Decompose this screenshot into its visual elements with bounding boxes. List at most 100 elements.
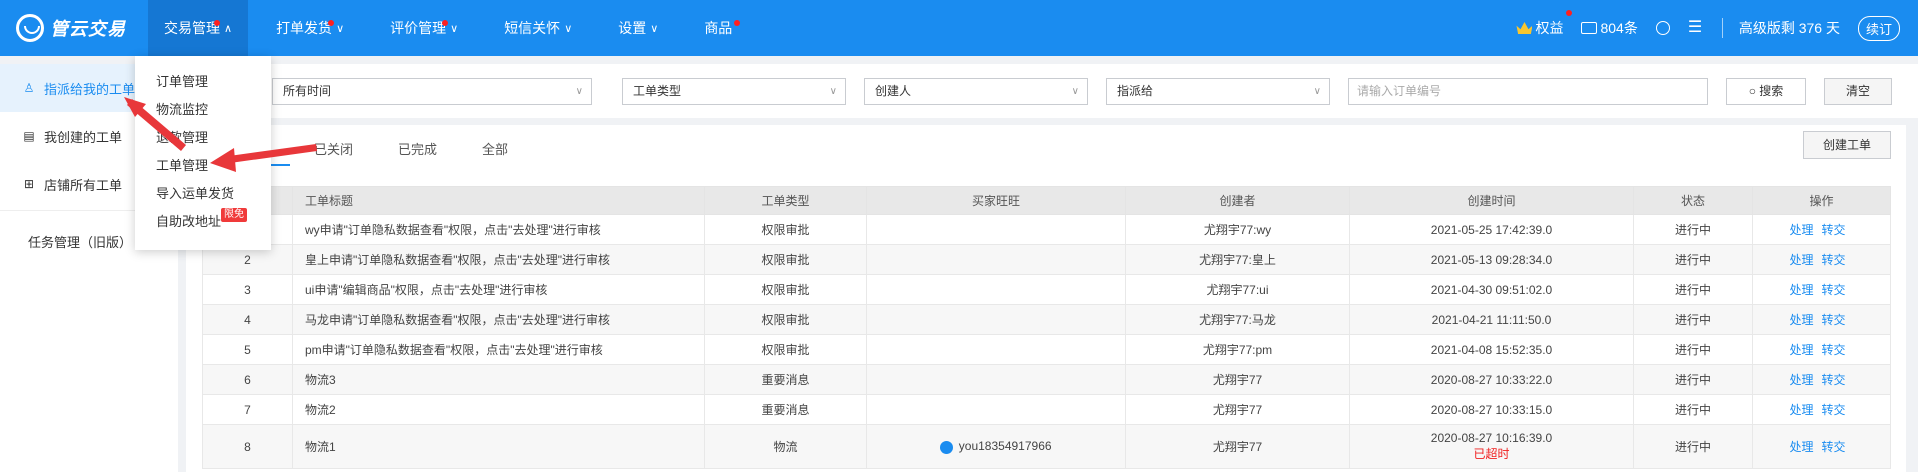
ticket-creator: 尤翔宇77 [1125,364,1350,395]
ticket-type: 权限审批 [704,244,867,275]
ticket-title: 马龙申请"订单隐私数据查看"权限，点击"去处理"进行审核 [292,304,705,335]
chevron-down-icon: ∨ [450,22,459,35]
ticket-status: 进行中 [1633,424,1753,469]
column-header: 创建时间 [1349,186,1634,215]
creator-value: 创建人 [875,84,912,98]
ticket-type: 权限审批 [704,214,867,245]
nav-sms-care[interactable]: 短信关怀 ∨ [490,0,586,56]
table-row: 8 物流1 物流 you18354917966 尤翔宇77 2020-08-27… [202,424,1891,469]
transfer-link[interactable]: 转交 [1822,313,1846,327]
handle-link[interactable]: 处理 [1789,313,1813,327]
time-select[interactable]: 所有时间 ∨ [272,78,592,105]
row-number: 5 [202,334,293,365]
menu-button[interactable]: ☰ [1688,20,1704,36]
clock-icon [1655,21,1670,35]
creator-select[interactable]: 创建人 ∨ [864,78,1088,105]
assignee-select[interactable]: 指派给 ∨ [1106,78,1330,105]
column-header: 工单标题 [292,186,705,215]
nav-label: 交易管理 [164,20,220,36]
ticket-status: 进行中 [1633,274,1753,305]
nav-trade-management[interactable]: 交易管理 ∧ [148,0,249,56]
search-icon: ○ [1748,84,1756,98]
create-ticket-button[interactable]: 创建工单 [1803,131,1891,159]
notification-dot [1566,10,1573,16]
column-header: 买家旺旺 [866,186,1126,215]
ticket-status: 进行中 [1633,334,1753,365]
handle-link[interactable]: 处理 [1789,283,1813,297]
top-nav-bar: 管云交易 交易管理 ∧ 打单发货 ∨ 评价管理 ∨ 短信关怀 ∨ 设置 ∨ 商品 [0,0,1918,56]
buyer-wangwang [866,334,1126,365]
brand-logo[interactable]: 管云交易 [0,0,148,56]
buyer-wangwang [866,394,1126,425]
ticket-type-select[interactable]: 工单类型 ∨ [622,78,846,105]
ticket-creator: 尤翔宇77:马龙 [1125,304,1350,335]
order-number-input[interactable]: 请输入订单编号 [1348,78,1708,105]
menu-item-refund-management[interactable]: 退款管理 [135,124,271,152]
tab-closed[interactable]: 已关闭 [314,139,353,158]
row-number: 3 [202,274,293,305]
clock-button[interactable] [1655,21,1670,35]
ticket-status: 进行中 [1633,244,1753,275]
ticket-created-time: 2020-08-27 10:33:22.0 [1349,364,1634,395]
menu-item-self-service-address[interactable]: 自助改地址 限免 [135,208,271,236]
nav-review-management[interactable]: 评价管理 ∨ [376,0,472,56]
ticket-created-time: 2021-04-30 09:51:02.0 [1349,274,1634,305]
wangwang-chat-icon[interactable] [940,440,954,454]
rights-link[interactable]: 权益 [1516,10,1573,38]
ticket-title: ui申请"编辑商品"权限，点击"去处理"进行审核 [292,274,705,305]
nav-print-ship[interactable]: 打单发货 ∨ [262,0,358,56]
nav-products[interactable]: 商品 [690,0,746,56]
buyer-wangwang [866,304,1126,335]
ticket-title: 物流1 [292,424,705,469]
ticket-panel: 已关闭 已完成 全部 创建工单 工单标题 工单类型 买家旺旺 创建者 创建时间 … [186,125,1906,472]
chevron-down-icon: ∨ [1313,86,1321,97]
handle-link[interactable]: 处理 [1789,223,1813,237]
transfer-link[interactable]: 转交 [1822,253,1846,267]
ticket-created-time-cell: 2020-08-27 10:16:39.0 已超时 [1349,424,1634,469]
handle-link[interactable]: 处理 [1789,440,1813,454]
clear-button[interactable]: 清空 [1824,78,1892,105]
ticket-status: 进行中 [1633,394,1753,425]
handle-link[interactable]: 处理 [1789,253,1813,267]
row-number: 7 [202,394,293,425]
row-number: 4 [202,304,293,335]
free-badge: 限免 [221,208,247,222]
menu-item-order-management[interactable]: 订单管理 [135,68,271,96]
nav-label: 设置 [618,20,647,36]
buyer-wangwang [866,244,1126,275]
ticket-type: 权限审批 [704,334,867,365]
nav-settings[interactable]: 设置 ∨ [604,0,672,56]
document-icon: ▤ [23,129,35,143]
menu-item-import-waybill[interactable]: 导入运单发货 [135,180,271,208]
search-button[interactable]: ○ 搜索 [1726,78,1806,105]
row-actions: 处理 转交 [1752,394,1891,425]
transfer-link[interactable]: 转交 [1822,403,1846,417]
grid-icon: ⊞ [23,177,35,191]
tab-completed[interactable]: 已完成 [398,139,437,158]
messages-link[interactable]: 804条 [1581,18,1638,38]
handle-link[interactable]: 处理 [1789,373,1813,387]
handle-link[interactable]: 处理 [1789,403,1813,417]
ticket-created-time: 2020-08-27 10:33:15.0 [1349,394,1634,425]
ticket-creator: 尤翔宇77:ui [1125,274,1350,305]
menu-item-ticket-management[interactable]: 工单管理 [135,152,271,180]
ticket-title: 物流3 [292,364,705,395]
handle-link[interactable]: 处理 [1789,343,1813,357]
buyer-wangwang [866,364,1126,395]
transfer-link[interactable]: 转交 [1822,283,1846,297]
ticket-created-time: 2021-05-13 09:28:34.0 [1349,244,1634,275]
row-number: 6 [202,364,293,395]
ticket-title: wy申请"订单隐私数据查看"权限，点击"去处理"进行审核 [292,214,705,245]
ticket-type: 物流 [704,424,867,469]
transfer-link[interactable]: 转交 [1822,440,1846,454]
tab-all[interactable]: 全部 [482,139,508,158]
transfer-link[interactable]: 转交 [1822,343,1846,357]
plan-label: 高级版剩 376 天 [1738,20,1840,36]
transfer-link[interactable]: 转交 [1822,223,1846,237]
menu-item-logistics-monitor[interactable]: 物流监控 [135,96,271,124]
row-actions: 处理 转交 [1752,274,1891,305]
crown-icon [1516,22,1533,34]
transfer-link[interactable]: 转交 [1822,373,1846,387]
renew-button[interactable]: 续订 [1857,15,1900,41]
filter-bar: 所有时间 ∨ 工单类型 ∨ 创建人 ∨ 指派给 ∨ 请输入订单编号 ○ 搜索 清… [186,64,1918,118]
